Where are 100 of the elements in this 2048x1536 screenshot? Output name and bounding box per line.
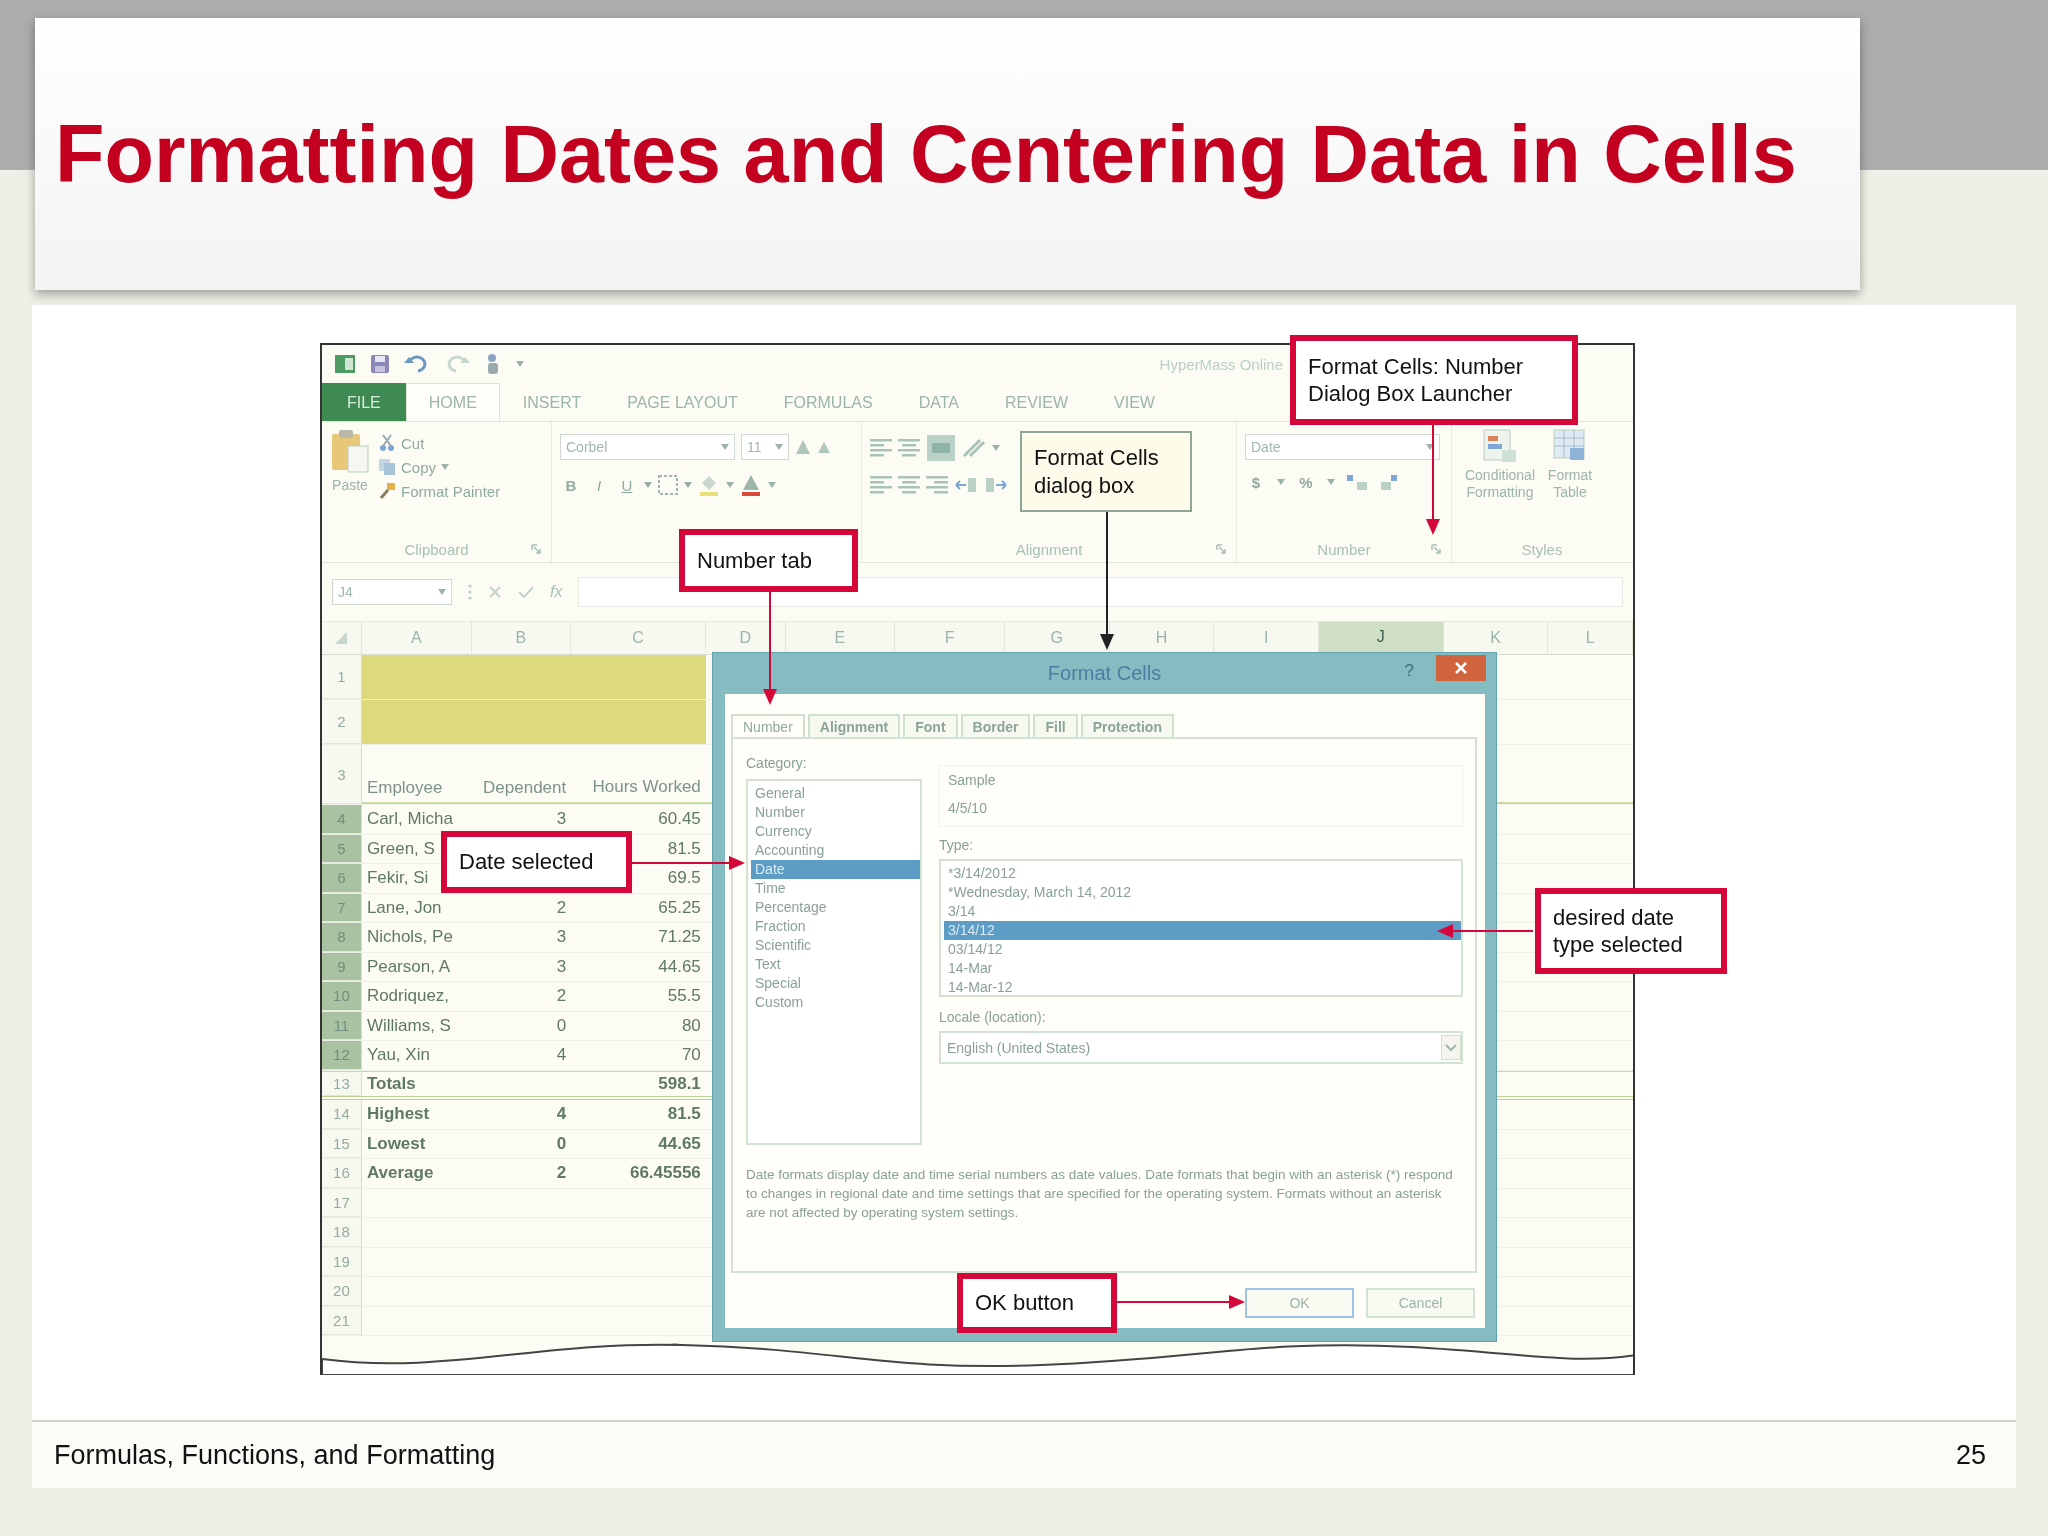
decimal-icon[interactable] xyxy=(1345,472,1369,492)
ribbon-tab[interactable]: HOME xyxy=(405,383,500,421)
row-header[interactable]: 16 xyxy=(322,1159,362,1188)
row-header[interactable]: 3 xyxy=(322,745,362,804)
type-item[interactable]: 14-Mar xyxy=(944,959,1461,978)
row-header[interactable]: 8 xyxy=(322,923,362,952)
triangle-down-icon[interactable] xyxy=(817,440,831,454)
format-painter-button[interactable]: Format Painter xyxy=(401,482,501,500)
dialog-tab[interactable]: Protection xyxy=(1080,714,1174,737)
help-button[interactable]: ? xyxy=(1404,661,1414,681)
category-item[interactable]: Number xyxy=(751,803,920,822)
row-header[interactable]: 15 xyxy=(322,1129,362,1158)
conditional-formatting-icon[interactable] xyxy=(1482,428,1518,464)
formula-input[interactable] xyxy=(578,577,1623,607)
underline-button[interactable]: U xyxy=(616,476,638,494)
row-header[interactable]: 14 xyxy=(322,1100,362,1129)
category-item[interactable]: Percentage xyxy=(751,898,920,917)
triangle-up-icon[interactable] xyxy=(795,438,811,456)
ribbon-tab[interactable]: DATA xyxy=(895,383,982,421)
dialog-button[interactable]: OK xyxy=(1245,1288,1354,1318)
row-header[interactable]: 18 xyxy=(322,1218,362,1247)
row-header[interactable]: 13 xyxy=(322,1071,362,1096)
row-header[interactable]: 19 xyxy=(322,1247,362,1276)
dialog-tab[interactable]: Font xyxy=(903,714,958,737)
cut-button[interactable]: Cut xyxy=(401,434,425,452)
dialog-tab[interactable]: Number xyxy=(731,714,805,737)
row-header[interactable]: 1 xyxy=(322,655,362,699)
percent-button[interactable]: % xyxy=(1295,473,1317,491)
row-header[interactable]: 6 xyxy=(322,864,362,893)
category-item[interactable]: Special xyxy=(751,974,920,993)
dialog-tab[interactable]: Fill xyxy=(1033,714,1078,737)
name-box[interactable]: J4 xyxy=(332,579,452,605)
type-item[interactable]: *Wednesday, March 14, 2012 xyxy=(944,883,1461,902)
align-lines-icon xyxy=(898,476,920,494)
copy-button[interactable]: Copy xyxy=(401,458,437,476)
type-item[interactable]: 3/14 xyxy=(944,902,1461,921)
currency-button[interactable]: $ xyxy=(1245,473,1267,491)
italic-button[interactable]: I xyxy=(588,476,610,494)
row-header[interactable]: 11 xyxy=(322,1011,362,1040)
column-header[interactable]: L xyxy=(1548,622,1633,655)
indent-icon[interactable] xyxy=(954,476,978,494)
row-header[interactable]: 4 xyxy=(322,805,362,834)
checkmark-icon[interactable] xyxy=(518,585,534,599)
category-item[interactable]: Date xyxy=(751,860,920,879)
paint-bucket-icon[interactable] xyxy=(698,474,720,496)
column-header[interactable]: A xyxy=(361,622,472,655)
category-item[interactable]: Scientific xyxy=(751,936,920,955)
ribbon-tab[interactable]: FORMULAS xyxy=(760,383,896,421)
row-header[interactable]: 21 xyxy=(322,1306,362,1335)
merge-cells-icon[interactable] xyxy=(926,434,956,462)
row-header[interactable]: 9 xyxy=(322,952,362,981)
indent-icon[interactable] xyxy=(984,476,1008,494)
slanted-lines-icon[interactable] xyxy=(962,438,986,458)
category-item[interactable]: Currency xyxy=(751,822,920,841)
dialog-tab[interactable]: Alignment xyxy=(807,714,901,737)
ribbon-tab[interactable]: VIEW xyxy=(1091,383,1178,421)
select-all-icon[interactable] xyxy=(335,632,348,644)
close-button[interactable] xyxy=(1436,655,1486,681)
type-item[interactable]: 03/14/12 xyxy=(944,940,1461,959)
dialog-tab[interactable]: Border xyxy=(960,714,1031,737)
dialog-button[interactable]: Cancel xyxy=(1366,1288,1475,1318)
row-header[interactable]: 10 xyxy=(322,982,362,1011)
launcher-icon[interactable] xyxy=(531,544,541,554)
launcher-icon[interactable] xyxy=(1216,544,1226,554)
ribbon-tab[interactable]: FILE xyxy=(322,383,406,421)
number-format-field[interactable]: Date xyxy=(1245,434,1440,460)
type-item[interactable]: 14-Mar-12 xyxy=(944,978,1461,997)
row-header[interactable]: 2 xyxy=(322,700,362,744)
type-item[interactable]: *3/14/2012 xyxy=(944,864,1461,883)
ribbon-tab[interactable]: PAGE LAYOUT xyxy=(604,383,761,421)
launcher-icon[interactable] xyxy=(1431,544,1441,554)
column-header[interactable]: B xyxy=(471,622,572,655)
type-item[interactable]: 3/14/12 xyxy=(944,921,1461,940)
row-header[interactable]: 5 xyxy=(322,834,362,863)
category-item[interactable]: Custom xyxy=(751,993,920,1012)
category-item[interactable]: Time xyxy=(751,879,920,898)
ribbon-tab[interactable]: INSERT xyxy=(499,383,605,421)
category-item[interactable]: Fraction xyxy=(751,917,920,936)
locale-dropdown[interactable]: English (United States) xyxy=(939,1031,1463,1064)
row-header[interactable]: 20 xyxy=(322,1277,362,1306)
category-item[interactable]: General xyxy=(751,784,920,803)
conditional-formatting-label[interactable]: Conditional Formatting xyxy=(1460,467,1540,501)
format-table-label[interactable]: Format Table xyxy=(1546,467,1594,501)
font-name-field[interactable]: Corbel xyxy=(560,434,735,460)
row-header[interactable]: 17 xyxy=(322,1188,362,1217)
row-header[interactable]: 12 xyxy=(322,1041,362,1070)
row-header[interactable]: 7 xyxy=(322,893,362,922)
insert-function-button[interactable]: fx xyxy=(550,583,563,601)
bold-button[interactable]: B xyxy=(560,476,582,494)
cancel-icon[interactable] xyxy=(488,585,502,599)
border-icon[interactable] xyxy=(658,475,678,495)
font-size-field[interactable]: 11 xyxy=(741,434,789,460)
column-header[interactable]: C xyxy=(571,622,706,655)
clipboard-icon[interactable] xyxy=(330,428,370,474)
paste-label[interactable]: Paste xyxy=(332,477,368,493)
ribbon-tab[interactable]: REVIEW xyxy=(981,383,1092,421)
category-item[interactable]: Text xyxy=(751,955,920,974)
category-item[interactable]: Accounting xyxy=(751,841,920,860)
font-color-icon[interactable] xyxy=(740,474,762,496)
column-header[interactable]: K xyxy=(1443,622,1549,655)
